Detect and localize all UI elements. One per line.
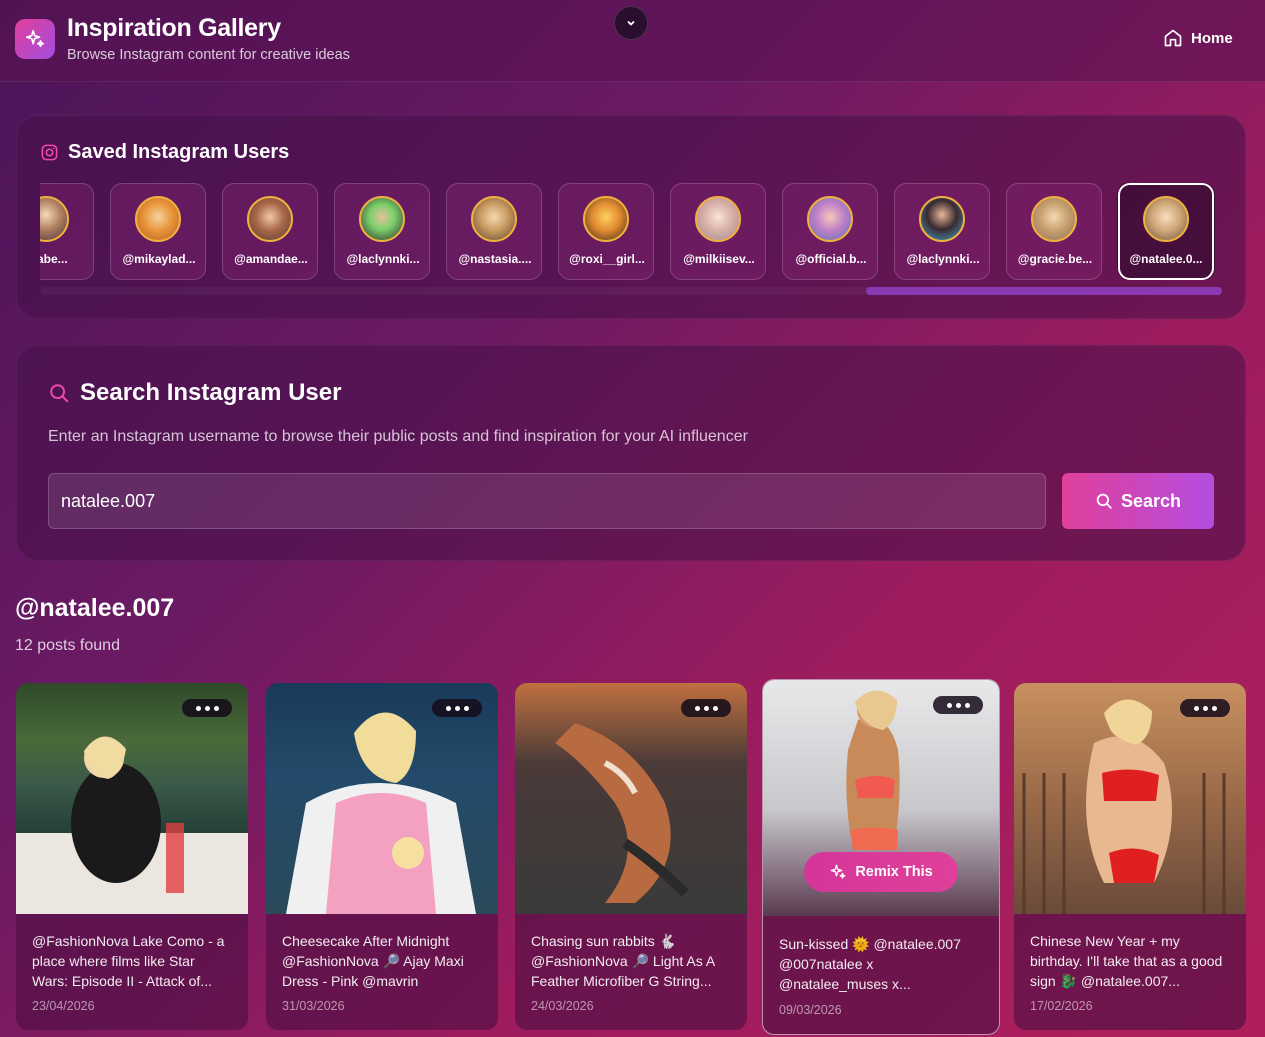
search-description: Enter an Instagram username to browse th… [48,428,748,445]
avatar [471,196,517,242]
result-username: @natalee.007 [15,594,175,622]
avatar [919,196,965,242]
post-card-hovered[interactable]: Remix This Sun-kissed 🌞 @natalee.007 @00… [762,679,1000,1035]
avatar [247,196,293,242]
saved-user-handle: @official.b... [795,252,867,266]
post-caption: @FashionNova Lake Como - a place where f… [32,933,225,989]
saved-user-handle: @roxi__girl... [569,252,645,266]
saved-users-title: Saved Instagram Users [68,141,290,163]
sparkles-icon [830,864,846,879]
saved-users-header: Saved Instagram Users [40,141,289,164]
instagram-icon [41,144,58,161]
saved-user-handle: @amandae... [234,252,308,266]
saved-user-card[interactable]: @milkiisev... [670,183,766,280]
avatar [135,196,181,242]
saved-user-card[interactable]: @official.b... [782,183,878,280]
post-date: 31/03/2026 [282,999,345,1013]
post-date: 09/03/2026 [779,1003,842,1017]
saved-user-card[interactable]: @laclynnki... [894,183,990,280]
saved-user-handle: @gracie.be... [1017,252,1093,266]
post-image: Remix This [763,680,999,916]
avatar [807,196,853,242]
post-caption: Sun-kissed 🌞 @natalee.007 @007natalee x … [779,936,961,992]
post-card[interactable]: Cheesecake After Midnight @FashionNova 🔎… [266,683,498,1030]
username-search-input[interactable] [48,473,1046,529]
chevron-down-icon [627,20,635,26]
saved-user-card[interactable]: @amandae... [222,183,318,280]
app-title: Inspiration Gallery [67,14,281,42]
saved-user-handle: @laclynnki... [346,252,420,266]
post-more-button[interactable] [933,696,983,714]
result-count: 12 posts found [15,637,120,654]
search-icon [1096,493,1112,509]
saved-user-card[interactable]: @gracie.be... [1006,183,1102,280]
avatar [1031,196,1077,242]
post-date: 23/04/2026 [32,999,95,1013]
post-more-button[interactable] [681,699,731,717]
post-image [266,683,498,914]
avatar [359,196,405,242]
search-button[interactable]: Search [1062,473,1214,529]
post-caption: Chinese New Year + my birthday. I'll tak… [1030,933,1223,989]
home-label: Home [1191,29,1233,47]
post-image [1014,683,1246,914]
avatar [40,196,69,242]
saved-user-card[interactable]: @laclynnki... [334,183,430,280]
post-more-button[interactable] [182,699,232,717]
post-caption: Chasing sun rabbits 🐇 @FashionNova 🔎 Lig… [531,933,715,989]
search-title: Search Instagram User [80,379,342,406]
search-button-label: Search [1120,490,1182,511]
saved-user-handle: @laclynnki... [906,252,980,266]
avatar [1143,196,1189,242]
saved-user-card[interactable]: @nastasia.... [446,183,542,280]
post-card[interactable]: @FashionNova Lake Como - a place where f… [16,683,248,1030]
avatar [695,196,741,242]
post-caption: Cheesecake After Midnight @FashionNova 🔎… [282,933,464,989]
collapse-header-button[interactable] [614,6,648,40]
remix-button-label: Remix This [855,864,933,880]
saved-users-strip[interactable]: niabe... @mikaylad... @amandae... @lacly… [40,183,1222,280]
saved-user-handle: @nastasia.... [458,252,532,266]
post-more-button[interactable] [432,699,482,717]
post-card[interactable]: Chinese New Year + my birthday. I'll tak… [1014,683,1246,1030]
saved-user-handle: niabe... [40,252,68,266]
saved-user-card[interactable]: @roxi__girl... [558,183,654,280]
app-header: Inspiration Gallery Browse Instagram con… [0,0,1265,82]
remix-button[interactable]: Remix This [804,852,958,892]
search-icon [50,384,69,403]
saved-user-handle: @natalee.0... [1129,252,1203,266]
post-more-button[interactable] [1180,699,1230,717]
saved-user-card[interactable]: niabe... [40,183,94,280]
saved-user-card[interactable]: @mikaylad... [110,183,206,280]
home-icon [1164,29,1182,47]
saved-users-scrollbar-thumb[interactable] [866,287,1222,295]
post-date: 24/03/2026 [531,999,594,1013]
avatar [583,196,629,242]
post-date: 17/02/2026 [1030,999,1093,1013]
search-header: Search Instagram User [48,379,341,407]
saved-user-card-selected[interactable]: @natalee.0... [1118,183,1214,280]
post-image [515,683,747,914]
home-link[interactable]: Home [1163,28,1233,48]
app-subtitle: Browse Instagram content for creative id… [67,47,350,63]
post-card[interactable]: Chasing sun rabbits 🐇 @FashionNova 🔎 Lig… [515,683,747,1030]
sparkles-logo-icon [15,19,55,59]
saved-user-handle: @mikaylad... [122,252,196,266]
saved-user-handle: @milkiisev... [683,252,755,266]
post-image [16,683,248,914]
